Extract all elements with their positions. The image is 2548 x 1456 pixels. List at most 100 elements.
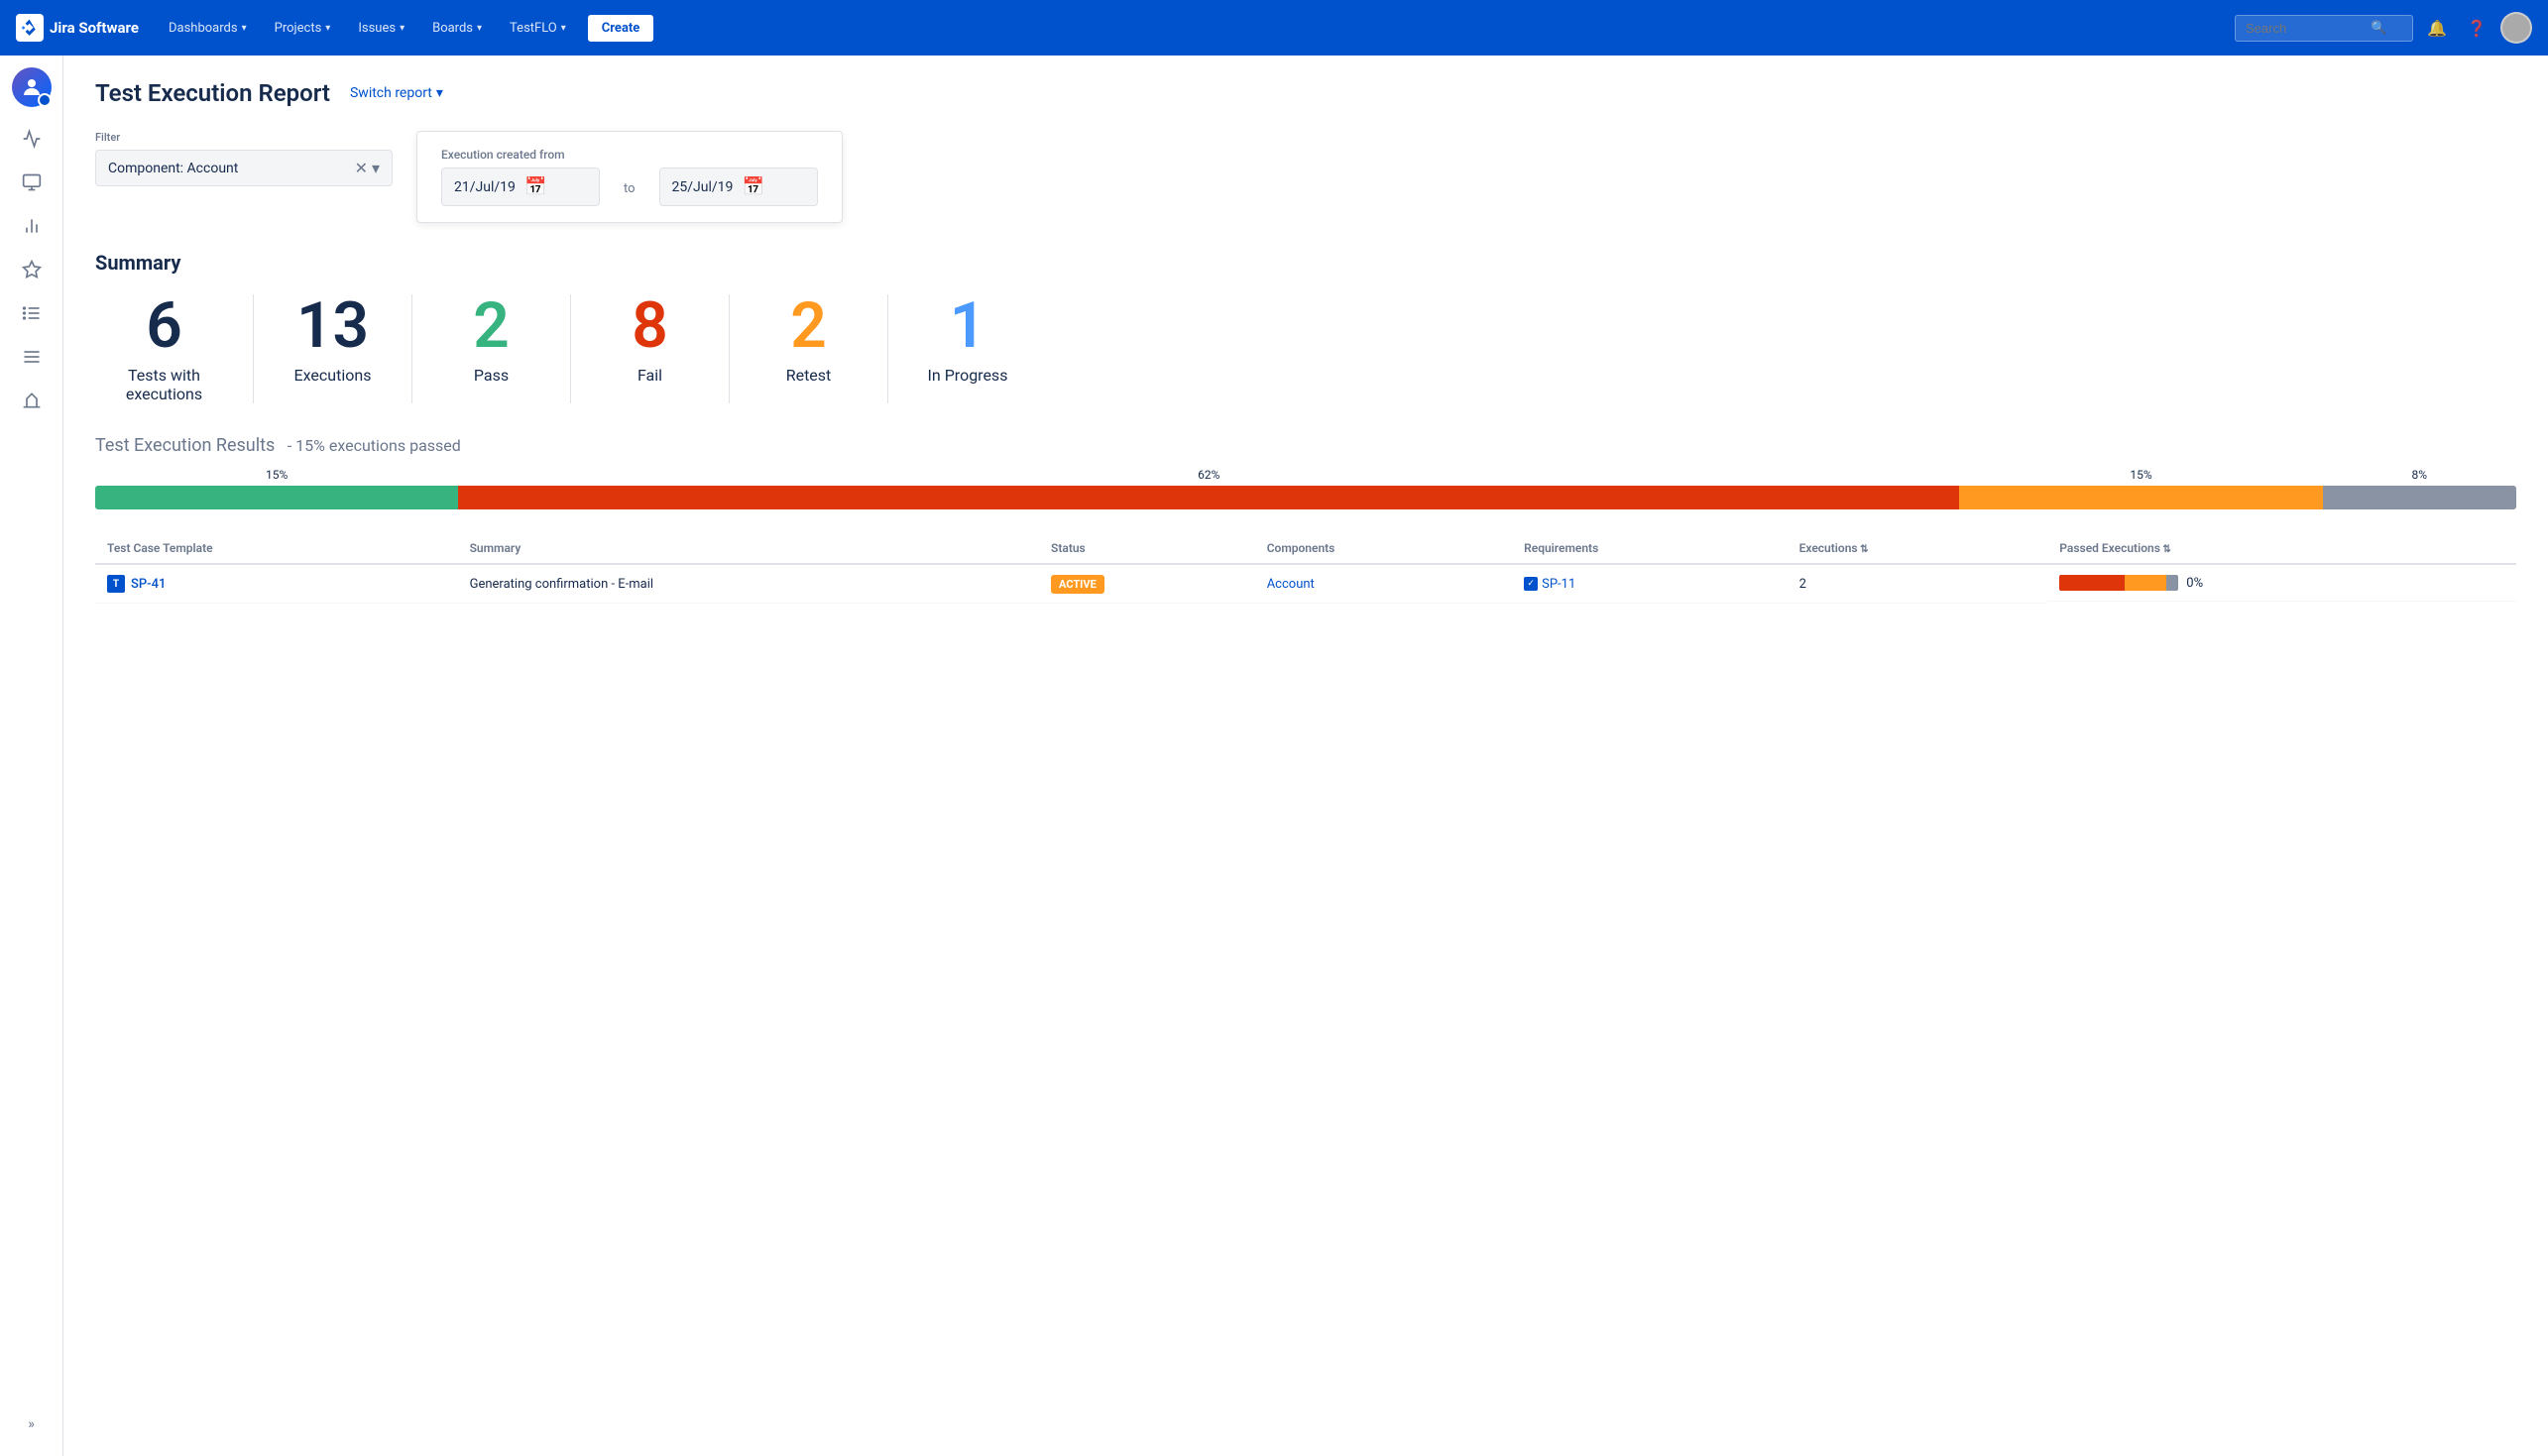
sidebar-item-issues[interactable] [12,337,52,377]
cell-id: T SP-41 [95,564,458,604]
column-header-test-case-template: Test Case Template [95,533,458,564]
project-avatar[interactable] [12,67,52,107]
sidebar-item-plans[interactable] [12,250,52,289]
test-id-icon: T [107,575,125,593]
sort-icon[interactable]: ⇅ [1858,544,1869,555]
sort-icon[interactable]: ⇅ [2160,544,2171,555]
passed-pct-text: 0% [2186,576,2203,591]
stat-number: 2 [790,294,827,358]
stat-label: Executions [294,366,372,385]
date-to-label: to [624,181,636,206]
mini-bar-segment-1 [2125,575,2166,591]
notifications-icon[interactable]: 🔔 [2421,12,2453,44]
table-header: Test Case TemplateSummaryStatusComponent… [95,533,2516,564]
chevron-down-icon[interactable]: ▾ [372,159,380,177]
bar-segment-1 [458,486,1959,509]
component-link[interactable]: Account [1267,577,1315,592]
filter-value: Component: Account [108,161,347,176]
stat-number: 13 [296,294,369,358]
passed-progress-bar [2059,575,2178,591]
sidebar-item-deployments[interactable] [12,381,52,420]
chevron-down-icon: ▾ [242,23,247,34]
status-badge: ACTIVE [1051,575,1104,594]
search-bar[interactable]: 🔍 [2235,15,2413,42]
stat-label: Tests with executions [126,366,202,403]
jira-logo-icon [16,14,44,42]
sidebar-item-activity[interactable] [12,119,52,159]
stat-number: 1 [950,294,986,358]
results-table: Test Case TemplateSummaryStatusComponent… [95,533,2516,604]
bar-label-2: 15% [1959,468,2322,482]
test-id-text: SP-41 [131,577,166,592]
user-avatar[interactable] [2500,12,2532,44]
table-header-row: Test Case TemplateSummaryStatusComponent… [95,533,2516,564]
column-header-summary: Summary [458,533,1039,564]
date-from-field: Execution created from 21/Jul/19 📅 [441,148,600,206]
cell-executions: 2 [1788,564,2048,604]
filter-row: Filter Component: Account ✕ ▾ Execution … [95,131,2516,223]
bar-label-1: 62% [458,468,1959,482]
summary-stats: 6Tests with executions13Executions2Pass8… [95,294,2516,403]
avatar-badge [38,93,52,107]
stat-item-retest: 2 Retest [730,294,888,403]
nav-boards[interactable]: Boards ▾ [422,15,492,42]
filter-select[interactable]: Component: Account ✕ ▾ [95,150,393,186]
calendar-icon[interactable]: 📅 [743,176,805,197]
results-section-title: Test Execution Results - 15% executions … [95,435,2516,456]
nav-issues[interactable]: Issues ▾ [348,15,414,42]
cell-status: ACTIVE [1039,564,1255,604]
bar-segment-3 [2323,486,2516,509]
switch-report-button[interactable]: Switch report ▾ [342,81,451,105]
column-header-executions[interactable]: Executions ⇅ [1788,533,2048,564]
cell-summary: Generating confirmation - E-mail [458,564,1039,604]
nav-projects[interactable]: Projects ▾ [265,15,341,42]
chevron-down-icon: ▾ [477,23,482,34]
stat-item-tests-with-executions: 6Tests with executions [95,294,254,403]
stat-item-in-progress: 1In Progress [888,294,1047,403]
jira-logo[interactable]: Jira Software [16,14,139,42]
nav-dashboards[interactable]: Dashboards ▾ [159,15,257,42]
cell-component: Account [1255,564,1512,604]
stat-number: 2 [473,294,510,358]
create-button[interactable]: Create [588,15,654,42]
mini-bar-segment-2 [2166,575,2178,591]
column-header-requirements: Requirements [1512,533,1788,564]
help-icon[interactable]: ❓ [2461,12,2492,44]
table-row: T SP-41 Generating confirmation - E-mail… [95,564,2516,604]
progress-bar [95,486,2516,509]
bar-label-3: 8% [2323,468,2516,482]
sidebar-item-backlog[interactable] [12,293,52,333]
calendar-icon[interactable]: 📅 [524,176,587,197]
table-body: T SP-41 Generating confirmation - E-mail… [95,564,2516,604]
stat-number: 8 [632,294,668,358]
test-id-link[interactable]: T SP-41 [107,575,446,593]
nav-testflo[interactable]: TestFLO ▾ [500,15,576,42]
column-header-passed-executions[interactable]: Passed Executions ⇅ [2047,533,2516,564]
filter-label: Filter [95,131,393,144]
column-header-components: Components [1255,533,1512,564]
summary-title: Summary [95,251,2516,275]
stat-label: Retest [786,366,832,385]
logo-text: Jira Software [50,19,139,37]
stat-item-executions: 13 Executions [254,294,412,403]
date-from-label: Execution created from [441,148,600,162]
date-from-input[interactable]: 21/Jul/19 📅 [441,168,600,206]
requirement-checkbox: ✓ [1524,577,1538,591]
filter-section: Filter Component: Account ✕ ▾ [95,131,393,186]
sidebar-item-board[interactable] [12,163,52,202]
clear-icon[interactable]: ✕ [355,159,368,177]
progress-bar-container: 15%62%15%8% [95,468,2516,509]
requirement-item[interactable]: ✓ SP-11 [1524,577,1776,592]
chevron-down-icon: ▾ [436,85,443,101]
left-sidebar: » [0,56,63,1456]
chevron-down-icon: ▾ [561,23,566,34]
column-header-status: Status [1039,533,1255,564]
page-title: Test Execution Report [95,79,330,107]
sidebar-expand-button[interactable]: » [12,1404,52,1444]
search-input[interactable] [2246,21,2365,36]
bar-segment-2 [1959,486,2322,509]
bar-label-0: 15% [95,468,458,482]
date-to-input[interactable]: 25/Jul/19 📅 [659,168,818,206]
cell-passed-executions: 0% [2047,565,2516,602]
sidebar-item-reports[interactable] [12,206,52,246]
